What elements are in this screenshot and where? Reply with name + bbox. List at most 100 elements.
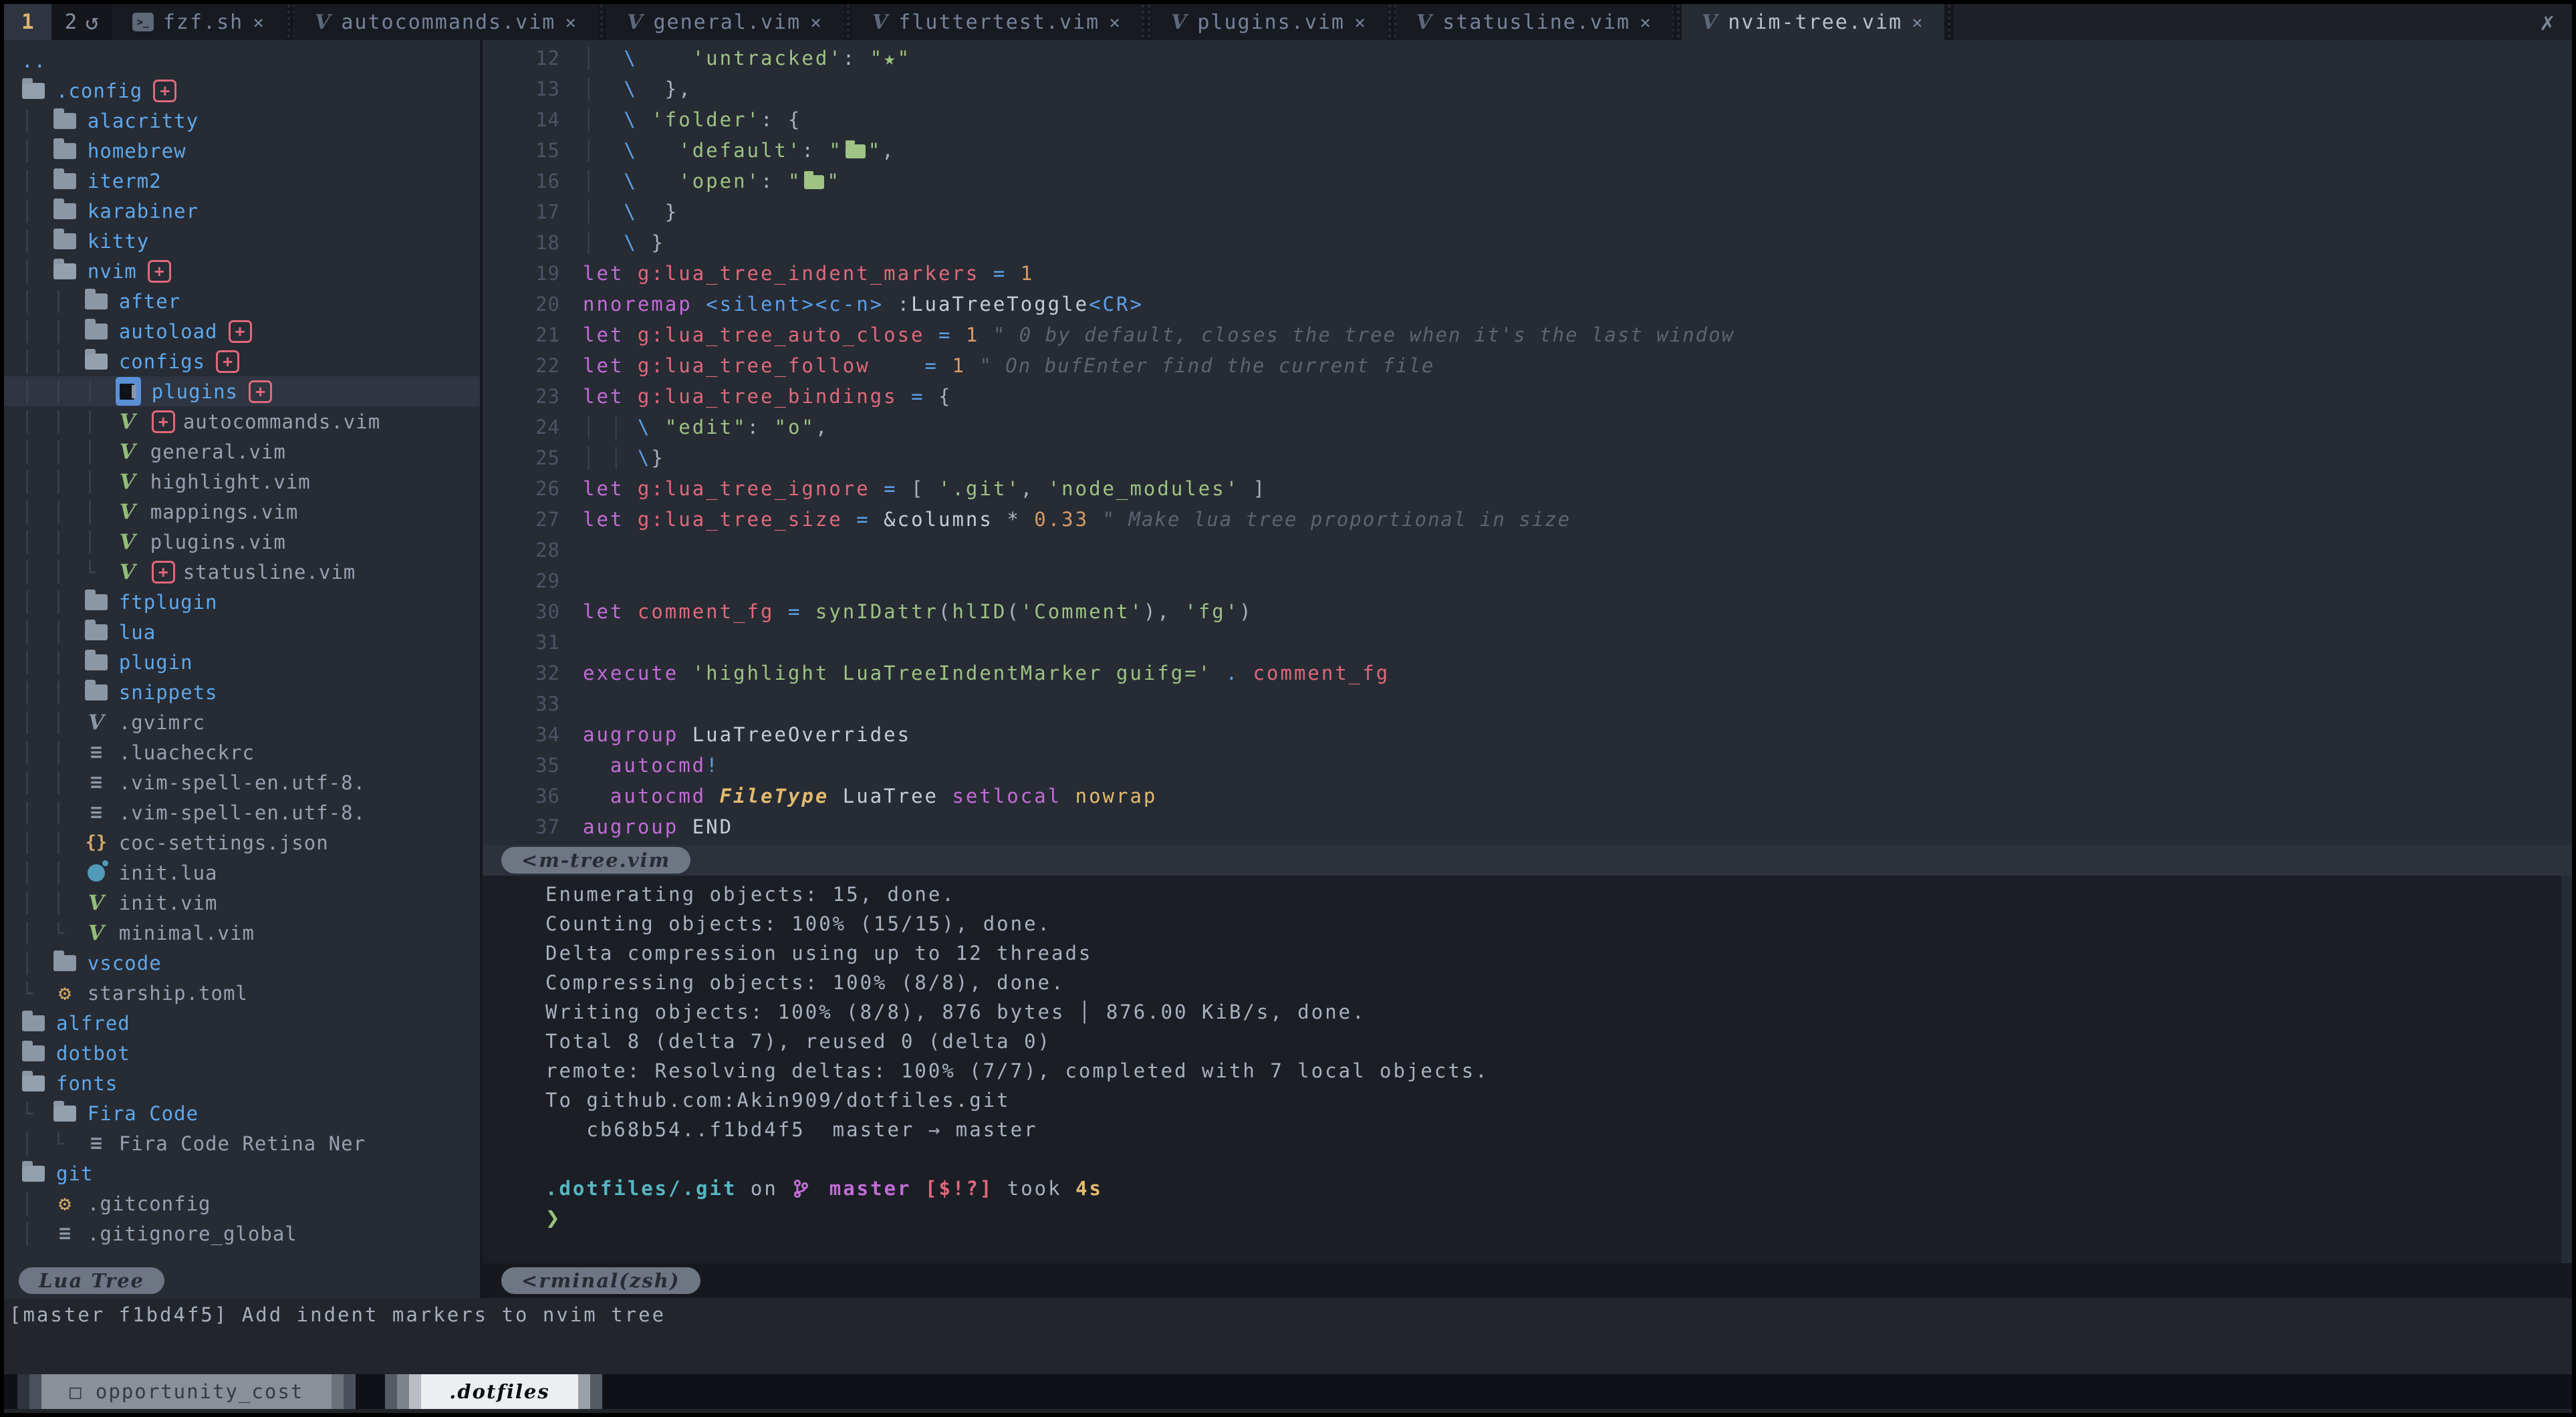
tree-item-.gvimrc[interactable]: │ │ V.gvimrc	[4, 707, 480, 737]
tree-item-autocommands.vim[interactable]: │ │ │ V+autocommands.vim	[4, 406, 480, 436]
tree-item-iterm2[interactable]: │ iterm2	[4, 166, 480, 196]
code-line: 35 autocmd!	[483, 750, 2572, 781]
tree-item-configs[interactable]: │ │ configs+	[4, 346, 480, 376]
tab-close-icon[interactable]: ×	[1640, 11, 1652, 33]
tabpage-1[interactable]: 1	[4, 4, 51, 40]
tab-autocommands.vim[interactable]: Vautocommands.vim×	[295, 4, 598, 40]
line-number: 22	[483, 354, 583, 377]
tree-item-Fira Code[interactable]: └ Fira Code	[4, 1098, 480, 1128]
tree-item-alfred[interactable]: alfred	[4, 1008, 480, 1038]
tree-item-init.vim[interactable]: │ │ Vinit.vim	[4, 888, 480, 918]
tree-item-kitty[interactable]: │ kitty	[4, 226, 480, 256]
tab-statusline.vim[interactable]: Vstatusline.vim×	[1396, 4, 1672, 40]
indent-guides: │ │ │	[21, 440, 116, 463]
tree-item-general.vim[interactable]: │ │ │ Vgeneral.vim	[4, 436, 480, 467]
folder-open-cell	[53, 1106, 77, 1122]
tree-item-ftplugin[interactable]: │ │ ftplugin	[4, 587, 480, 617]
folder-icon	[85, 594, 108, 610]
line-number: 31	[483, 631, 583, 654]
tree-item-label: dotbot	[56, 1042, 130, 1065]
vim-cell: V	[116, 470, 140, 494]
tree-item-.config[interactable]: .config+	[4, 76, 480, 106]
tab-close-icon[interactable]: ×	[1912, 11, 1924, 33]
code-line: 36 autocmd FileType LuaTree setlocal now…	[483, 781, 2572, 811]
tmux-gradient-segment	[29, 1374, 41, 1409]
indent-guides: │ │	[21, 320, 84, 343]
tree-item-.vim-spell-en.utf-8.[interactable]: │ │ ≡.vim-spell-en.utf-8.	[4, 767, 480, 797]
tab-close-icon[interactable]: ×	[565, 11, 577, 33]
tree-item-mappings.vim[interactable]: │ │ │ Vmappings.vim	[4, 497, 480, 527]
tab-close-icon[interactable]: ×	[253, 11, 265, 33]
tree-item-highlight.vim[interactable]: │ │ │ Vhighlight.vim	[4, 467, 480, 497]
tree-item-starship.toml[interactable]: └ ⚙starship.toml	[4, 978, 480, 1008]
tree-item-.luacheckrc[interactable]: │ │ ≡.luacheckrc	[4, 737, 480, 767]
tmux-gradient-segment	[17, 1374, 29, 1409]
indent-guides: │ │	[21, 892, 84, 914]
tree-title-pill: Lua Tree	[19, 1267, 164, 1294]
folder-icon	[53, 203, 76, 219]
tree-item-lua[interactable]: │ │ lua	[4, 617, 480, 647]
tree-item-Fira Code Retina Ner[interactable]: │ └ ≡Fira Code Retina Ner	[4, 1128, 480, 1158]
tmux-window--dotfiles[interactable]: .dotfiles	[385, 1374, 602, 1409]
text-file-icon: ≡	[90, 1132, 102, 1155]
vim-icon: V	[315, 11, 332, 34]
tree-item-autoload[interactable]: │ │ autoload+	[4, 316, 480, 346]
tab-fluttertest.vim[interactable]: Vfluttertest.vim×	[852, 4, 1142, 40]
tab-general.vim[interactable]: Vgeneral.vim×	[607, 4, 843, 40]
tab-nvim-tree.vim[interactable]: Vnvim-tree.vim×	[1682, 4, 1944, 40]
tree-item-nvim[interactable]: │ nvim+	[4, 256, 480, 286]
terminal-line: To github.com:Akin909/dotfiles.git	[545, 1085, 2572, 1115]
tree-item-karabiner[interactable]: │ karabiner	[4, 196, 480, 226]
tab-plugins.vim[interactable]: Vplugins.vim×	[1151, 4, 1387, 40]
folder-icon	[53, 143, 76, 159]
tree-item-vscode[interactable]: │ vscode	[4, 948, 480, 978]
tree-item-.gitconfig[interactable]: │ ⚙.gitconfig	[4, 1188, 480, 1218]
tabpage-2[interactable]: 2 ↺	[51, 4, 112, 40]
gear-cell: ⚙	[53, 1192, 77, 1216]
tree-item-alacritty[interactable]: │ alacritty	[4, 106, 480, 136]
tree-item-plugin[interactable]: │ │ plugin	[4, 647, 480, 677]
tree-item-plugins[interactable]: │ │ │ plugins+	[4, 376, 480, 406]
tree-item-fonts[interactable]: fonts	[4, 1068, 480, 1098]
tree-item-..[interactable]: ..	[4, 45, 480, 76]
tree-item-.gitignore_global[interactable]: │ ≡.gitignore_global	[4, 1218, 480, 1249]
tree-item-label: init.vim	[119, 892, 218, 914]
tree-item-after[interactable]: │ │ after	[4, 286, 480, 316]
tab-close-icon[interactable]: ×	[810, 11, 823, 33]
code-line: 25│ │ \}	[483, 442, 2572, 473]
tabline-filler	[1954, 4, 2523, 40]
tab-close-icon[interactable]: ×	[1354, 11, 1367, 33]
list-cell: ≡	[84, 801, 108, 824]
vim-file-icon: V	[88, 891, 104, 915]
line-number: 32	[483, 662, 583, 684]
tree-item-minimal.vim[interactable]: │ └ Vminimal.vim	[4, 918, 480, 948]
terminal-line: Writing objects: 100% (8/8), 876 bytes │…	[545, 997, 2572, 1027]
vim-file-icon: V	[120, 500, 136, 524]
git-branch-icon	[793, 1178, 809, 1198]
tree-item-snippets[interactable]: │ │ snippets	[4, 677, 480, 707]
tree-item-homebrew[interactable]: │ homebrew	[4, 136, 480, 166]
vim-icon: V	[872, 11, 889, 34]
tab-close-icon[interactable]: ×	[1109, 11, 1122, 33]
code-text: let g:lua_tree_bindings = {	[583, 385, 952, 408]
tree-item-statusline.vim[interactable]: │ │ └ V+statusline.vim	[4, 557, 480, 587]
tab-fzf.sh[interactable]: >_fzf.sh×	[112, 4, 285, 40]
json-file-icon: {}	[86, 832, 108, 853]
tree-item-init.lua[interactable]: │ │ init.lua	[4, 858, 480, 888]
tree-item-git[interactable]: git	[4, 1158, 480, 1188]
tmux-window--opportunity_cost[interactable]: □ opportunity_cost	[17, 1374, 356, 1409]
close-all-icon[interactable]: ✗	[2523, 4, 2572, 40]
tree-item-coc-settings.json[interactable]: │ │ {}coc-settings.json	[4, 827, 480, 858]
tree-item-plugins.vim[interactable]: │ │ │ Vplugins.vim	[4, 527, 480, 557]
editor-statusline: <m-tree.vim	[483, 845, 2572, 876]
lua-file-icon	[88, 864, 105, 882]
terminal-pane[interactable]: Enumerating objects: 15, done.Counting o…	[483, 876, 2572, 1263]
vim-icon: V	[1702, 11, 1718, 34]
tmux-gradient-segment	[385, 1374, 397, 1409]
code-line: 19let g:lua_tree_indent_markers = 1	[483, 258, 2572, 289]
editor-pane[interactable]: 12│ \ 'untracked': "★"13│ \ },14│ \ 'fol…	[483, 40, 2572, 845]
tree-item-label: alacritty	[88, 110, 199, 132]
tree-item-.vim-spell-en.utf-8.[interactable]: │ │ ≡.vim-spell-en.utf-8.	[4, 797, 480, 827]
code-line: 32execute 'highlight LuaTreeIndentMarker…	[483, 658, 2572, 688]
tree-item-dotbot[interactable]: dotbot	[4, 1038, 480, 1068]
